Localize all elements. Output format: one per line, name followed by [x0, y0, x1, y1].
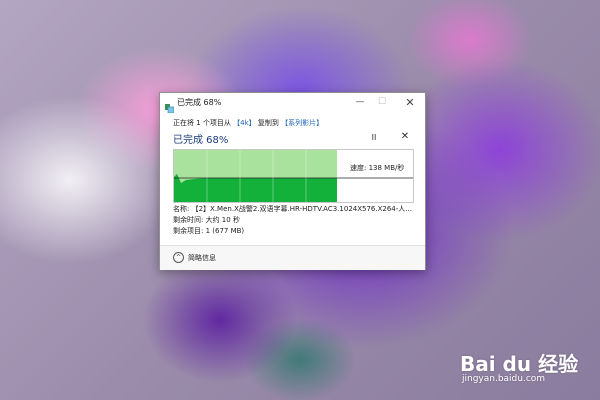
baidu-jingyan-watermark: Bai du 经验 jingyan.baidu.com — [452, 340, 592, 390]
operation-description: 正在将 1 个项目从 【4k】 复制到 【系列影片】 — [173, 118, 323, 128]
less-details-label: 简略信息 — [188, 254, 216, 262]
destination-folder-link[interactable]: 【系列影片】 — [281, 119, 323, 127]
progress-title: 已完成 68% — [173, 135, 229, 146]
title-bar[interactable]: 已完成 68% — ☐ ✕ — [160, 93, 425, 114]
chevron-up-icon: ^ — [173, 252, 184, 263]
watermark-url: jingyan.baidu.com — [462, 374, 546, 384]
copy-file-icon — [165, 98, 175, 114]
file-copy-dialog: 已完成 68% — ☐ ✕ 正在将 1 个项目从 【4k】 复制到 【系列影片】… — [159, 92, 426, 270]
speed-label: 速度: 138 MB/秒 — [349, 163, 406, 173]
transfer-speed-graph: 速度: 138 MB/秒 — [173, 149, 414, 203]
less-details-toggle[interactable]: ^ 简略信息 — [160, 245, 425, 270]
maximize-button[interactable]: ☐ — [372, 95, 392, 110]
minimize-button[interactable]: — — [350, 95, 370, 110]
file-name: 名称: 【2】X.Men.X战警2.双语字幕.HR-HDTV.AC3.1024X… — [173, 205, 412, 213]
items-remaining: 剩余项目: 1 (677 MB) — [173, 227, 245, 235]
watermark-logo: Bai du 经验 — [460, 352, 579, 376]
operation-prefix: 正在将 1 个项目从 — [173, 119, 231, 127]
time-remaining: 剩余时间: 大约 10 秒 — [173, 216, 240, 224]
operation-middle: 复制到 — [257, 119, 279, 127]
source-folder-link[interactable]: 【4k】 — [233, 119, 256, 127]
cancel-button[interactable]: ✕ — [398, 130, 412, 144]
pause-button[interactable]: II — [367, 131, 381, 145]
close-button[interactable]: ✕ — [400, 95, 420, 110]
window-title: 已完成 68% — [177, 98, 222, 107]
